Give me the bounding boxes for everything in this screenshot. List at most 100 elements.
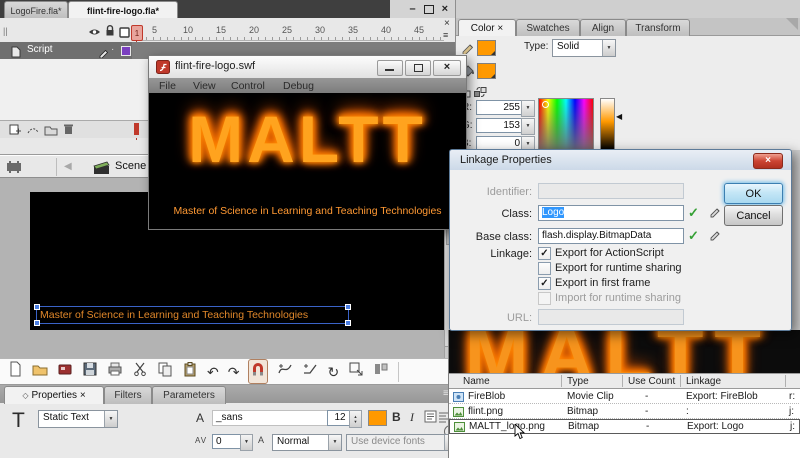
timeline-close-icon[interactable]: × [444,18,450,29]
selection-handle[interactable] [345,320,351,326]
close-icon[interactable]: × [442,3,448,15]
menu-item-view[interactable]: View [193,80,216,92]
checkbox-export-runtime-sharing[interactable] [538,262,551,275]
checkbox-label[interactable]: Export in first frame [555,277,650,289]
tab-swatches[interactable]: Swatches [516,19,580,37]
straighten-icon[interactable] [302,361,318,382]
layer-visible-dot[interactable]: · [111,44,114,55]
linkage-properties-dialog[interactable]: Linkage Properties × Identifier: OK Clas… [449,149,792,331]
letter-spacing-field[interactable]: 0 [212,434,242,449]
r-stepper[interactable]: ▼ [521,100,535,117]
tab-parameters[interactable]: Parameters [152,386,226,404]
ok-button[interactable]: OK [724,183,783,204]
insert-layer-icon[interactable] [8,123,21,141]
column-divider[interactable] [622,375,623,387]
document-tab-logofire[interactable]: LogoFire.fla* [4,1,68,19]
smooth-icon[interactable] [277,361,293,382]
new-document-icon[interactable] [7,361,23,382]
undo-icon[interactable]: ↶ [207,364,219,380]
restore-icon[interactable] [424,5,434,14]
italic-button[interactable]: I [410,410,414,425]
brightness-marker-icon[interactable]: ◀ [616,112,622,121]
paragraph-format-icon[interactable] [424,410,437,428]
menu-item-file[interactable]: File [159,80,176,92]
snap-to-objects-icon[interactable] [248,359,268,384]
swf-close-button[interactable]: × [433,60,461,76]
checkbox-export-first-frame[interactable]: ✓ [538,277,551,290]
selection-handle[interactable] [345,304,351,310]
swf-minimize-button[interactable] [377,60,403,76]
timeline-toggle-icon[interactable] [6,160,26,179]
insert-folder-icon[interactable] [44,123,58,141]
validate-check-icon[interactable]: ✓ [688,228,699,244]
base-class-field[interactable]: flash.display.BitmapData [538,228,684,244]
save-icon[interactable] [82,361,98,382]
g-value-field[interactable]: 153 [476,118,524,133]
library-preview[interactable]: MALTT [449,330,800,373]
panel-grip-icon[interactable]: || [3,26,8,36]
selected-text-object[interactable]: Master of Science in Learning and Teachi… [36,306,349,324]
character-position-dropdown[interactable]: Normal▼ [272,434,342,451]
text-color-swatch[interactable] [368,410,387,426]
library-row-maltt-logo-selected[interactable]: MALTT_logo.png Bitmap - Export: Logo j: [449,419,800,434]
go-to-bridge-icon[interactable] [57,361,73,382]
swf-player-window[interactable]: flint-fire-logo.swf × File View Control … [148,55,467,230]
tab-filters[interactable]: Filters [104,386,152,404]
scale-icon[interactable] [348,361,364,382]
rotate-icon[interactable]: ↻ [327,364,339,380]
dialog-close-button[interactable]: × [753,153,783,169]
column-header-type[interactable]: Type [567,376,589,387]
font-name-field[interactable]: _sans [212,410,328,426]
class-field[interactable]: Logo [538,205,684,221]
column-header-use-count[interactable]: Use Count [628,376,675,387]
playhead-bottom-marker[interactable] [134,123,139,135]
menu-item-control[interactable]: Control [231,80,265,92]
tab-align[interactable]: Align [580,19,626,37]
tab-properties[interactable]: ◇ Properties × [4,386,104,404]
edit-class-pencil-icon[interactable] [708,205,721,223]
brightness-slider[interactable] [600,98,615,150]
show-hide-layers-icon[interactable] [88,25,101,43]
color-picker-gradient[interactable] [538,98,594,150]
open-icon[interactable] [32,361,48,382]
validate-check-icon[interactable]: ✓ [688,205,699,221]
menu-item-debug[interactable]: Debug [283,80,314,92]
font-size-stepper[interactable]: ▲▼ [349,410,362,428]
back-arrow-icon[interactable]: ◀ [64,161,72,172]
swf-maximize-button[interactable] [405,60,431,76]
frame-ruler[interactable]: 5 10 15 20 25 30 35 40 45 [132,24,444,41]
document-tab-flint-fire-logo[interactable]: flint-fire-logo.fla* [68,1,178,19]
fill-type-dropdown[interactable]: Solid▼ [552,39,616,57]
font-rendering-dropdown[interactable]: Use device fonts▼ [346,434,458,451]
tab-color[interactable]: Color × [458,19,516,37]
checkbox-export-actionscript[interactable]: ✓ [538,247,551,260]
column-divider[interactable] [785,375,786,387]
column-divider[interactable] [680,375,681,387]
cancel-button[interactable]: Cancel [724,205,783,226]
align-icon[interactable] [373,361,389,382]
outline-layers-icon[interactable] [119,25,130,43]
library-row-flint[interactable]: flint.png Bitmap - : j: [449,404,800,419]
fill-color-swatch[interactable] [477,63,496,79]
copy-icon[interactable] [157,361,173,382]
r-value-field[interactable]: 255 [476,100,524,115]
g-stepper[interactable]: ▼ [521,118,535,135]
layer-outline-swatch[interactable] [121,46,131,56]
bold-button[interactable]: B [392,410,401,424]
column-header-name[interactable]: Name [463,376,490,387]
checkbox-label[interactable]: Export for runtime sharing [555,262,682,274]
cut-icon[interactable] [132,361,148,382]
print-icon[interactable] [107,361,123,382]
timeline-menu-icon[interactable]: ≡ [443,30,448,40]
column-divider[interactable] [561,375,562,387]
text-type-dropdown[interactable]: Static Text▼ [38,410,118,428]
motion-guide-icon[interactable] [26,123,40,141]
redo-icon[interactable]: ↷ [228,364,240,380]
minimize-icon[interactable]: – [409,3,415,15]
library-row-fireblob[interactable]: FireBlob Movie Clip - Export: FireBlob r… [449,389,800,404]
paste-icon[interactable] [182,361,198,382]
tab-transform[interactable]: Transform [626,19,690,37]
lock-layers-icon[interactable] [104,24,116,42]
delete-layer-icon[interactable] [62,122,75,140]
stroke-color-swatch[interactable] [477,40,496,56]
